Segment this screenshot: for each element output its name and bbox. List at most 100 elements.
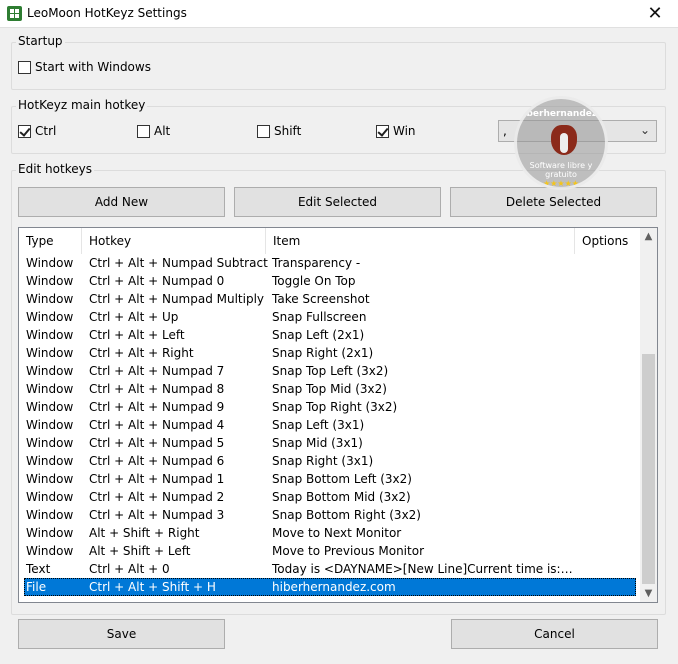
cell-item: Snap Right (2x1) (272, 346, 374, 360)
cell-hotkey: Ctrl + Alt + Numpad 1 (89, 472, 225, 486)
hotkeys-list[interactable]: Type Hotkey Item Options Window Ctrl + Al… (18, 227, 658, 603)
cell-options (575, 272, 636, 290)
edit-selected-button[interactable]: Edit Selected (234, 187, 441, 217)
watermark-stars: ★★★★★ (543, 179, 579, 188)
edit-hotkeys-group-label: Edit hotkeys (16, 162, 94, 176)
cell-hotkey: Ctrl + Alt + Numpad 5 (89, 436, 225, 450)
chevron-down-icon[interactable]: ⌄ (640, 123, 650, 137)
cell-type: Window (26, 400, 74, 414)
shift-label: Shift (274, 124, 302, 138)
cancel-button[interactable]: Cancel (451, 619, 658, 649)
cell-type: Window (26, 544, 74, 558)
cell-type: Window (26, 310, 74, 324)
table-row[interactable]: Text Ctrl + Alt + 0 Today is <DAYNAME>[New… (24, 560, 636, 578)
scroll-down-icon[interactable]: ▼ (640, 585, 657, 602)
column-header-type[interactable]: Type (19, 228, 82, 254)
column-header-options[interactable]: Options (575, 228, 636, 254)
ctrl-label: Ctrl (35, 124, 57, 138)
scroll-thumb[interactable] (642, 354, 655, 584)
cell-type: File (26, 580, 47, 594)
table-row[interactable]: Window Ctrl + Alt + Right Snap Right (2x1) (24, 344, 636, 362)
cell-hotkey: Alt + Shift + Right (89, 526, 200, 540)
table-row[interactable]: Window Ctrl + Alt + Left Snap Left (2x1) (24, 326, 636, 344)
window-title: LeoMoon HotKeyz Settings (27, 6, 187, 20)
table-row[interactable]: Window Ctrl + Alt + Numpad 2 Snap Bottom M… (24, 488, 636, 506)
cell-options (575, 560, 636, 578)
cell-type: Window (26, 418, 74, 432)
cell-options (575, 578, 636, 596)
cell-options (575, 470, 636, 488)
ctrl-checkbox[interactable]: Ctrl (18, 123, 56, 139)
table-row[interactable]: Window Ctrl + Alt + Numpad Multiply Take S… (24, 290, 636, 308)
table-row[interactable]: Window Ctrl + Alt + Numpad 4 Snap Left (3x… (24, 416, 636, 434)
cell-hotkey: Ctrl + Alt + Numpad Multiply (89, 292, 265, 306)
alt-label: Alt (154, 124, 171, 138)
vertical-scrollbar[interactable]: ▲ ▼ (640, 228, 657, 602)
cell-item: Take Screenshot (272, 292, 370, 306)
cell-type: Window (26, 364, 74, 378)
table-row[interactable]: Window Ctrl + Alt + Up Snap Fullscreen (24, 308, 636, 326)
scroll-up-icon[interactable]: ▲ (640, 228, 657, 245)
cell-options (575, 362, 636, 380)
cell-hotkey: Ctrl + Alt + Up (89, 310, 179, 324)
checkbox-box[interactable] (18, 60, 31, 74)
table-row[interactable]: Window Ctrl + Alt + Numpad 5 Snap Mid (3x1… (24, 434, 636, 452)
start-with-windows-label: Start with Windows (35, 60, 151, 74)
table-row[interactable]: Window Alt + Shift + Right Move to Next Mo… (24, 524, 636, 542)
hotkey-key-value: , (503, 124, 507, 138)
win-label: Win (393, 124, 416, 138)
column-header-hotkey[interactable]: Hotkey (82, 228, 266, 254)
cell-options (575, 344, 636, 362)
cell-type: Text (26, 562, 51, 576)
cell-item: Transparency - (272, 256, 361, 270)
column-header-item[interactable]: Item (266, 228, 575, 254)
cell-options (575, 506, 636, 524)
delete-selected-button[interactable]: Delete Selected (450, 187, 657, 217)
checkbox-box[interactable] (257, 124, 270, 138)
watermark-tagline-text: Software libre y gratuito (529, 161, 593, 179)
cell-item: Toggle On Top (272, 274, 356, 288)
table-row[interactable]: Window Ctrl + Alt + Numpad 0 Toggle On Top (24, 272, 636, 290)
table-row[interactable]: Window Ctrl + Alt + Numpad 8 Snap Top Mid … (24, 380, 636, 398)
checkbox-box[interactable] (376, 124, 389, 138)
table-row[interactable]: Window Ctrl + Alt + Numpad Subtract Transp… (24, 254, 636, 272)
table-row[interactable]: Window Alt + Shift + Left Move to Previous… (24, 542, 636, 560)
cell-hotkey: Ctrl + Alt + Right (89, 346, 194, 360)
cell-item: Snap Right (3x1) (272, 454, 374, 468)
cell-hotkey: Ctrl + Alt + Shift + H (89, 580, 216, 594)
watermark-site: hiberhernandez.com (517, 109, 606, 119)
table-row[interactable]: Window Ctrl + Alt + Numpad 9 Snap Top Righ… (24, 398, 636, 416)
alt-checkbox[interactable]: Alt (137, 123, 170, 139)
table-row[interactable]: Window Ctrl + Alt + Numpad 6 Snap Right (3… (24, 452, 636, 470)
cell-options (575, 254, 636, 272)
list-rows: Window Ctrl + Alt + Numpad Subtract Transp… (24, 254, 636, 596)
cell-options (575, 524, 636, 542)
cell-item: Snap Mid (3x1) (272, 436, 363, 450)
cell-item: Snap Left (2x1) (272, 328, 365, 342)
add-new-button[interactable]: Add New (18, 187, 225, 217)
cell-hotkey: Ctrl + Alt + Numpad 6 (89, 454, 225, 468)
cell-item: hiberhernandez.com (272, 580, 396, 594)
main-hotkey-group-label: HotKeyz main hotkey (16, 98, 148, 112)
save-button[interactable]: Save (18, 619, 225, 649)
title-bar: LeoMoon HotKeyz Settings ✕ (0, 0, 678, 28)
checkbox-box[interactable] (137, 124, 150, 138)
cell-item: Today is <DAYNAME>[New Line]Current time… (272, 562, 575, 576)
table-row[interactable]: File Ctrl + Alt + Shift + H hiberhernandez… (24, 578, 636, 596)
table-row[interactable]: Window Ctrl + Alt + Numpad 3 Snap Bottom R… (24, 506, 636, 524)
cell-hotkey: Ctrl + Alt + Numpad 8 (89, 382, 225, 396)
cell-hotkey: Ctrl + Alt + Numpad 3 (89, 508, 225, 522)
checkbox-box[interactable] (18, 124, 31, 138)
cell-item: Snap Top Mid (3x2) (272, 382, 387, 396)
win-checkbox[interactable]: Win (376, 123, 416, 139)
startup-group-label: Startup (16, 34, 65, 48)
cell-hotkey: Ctrl + Alt + 0 (89, 562, 170, 576)
table-row[interactable]: Window Ctrl + Alt + Numpad 1 Snap Bottom L… (24, 470, 636, 488)
table-row[interactable]: Window Ctrl + Alt + Numpad 7 Snap Top Left… (24, 362, 636, 380)
cell-item: Snap Top Right (3x2) (272, 400, 398, 414)
close-icon[interactable]: ✕ (632, 0, 678, 28)
cell-options (575, 380, 636, 398)
cell-options (575, 398, 636, 416)
start-with-windows-checkbox[interactable]: Start with Windows (18, 59, 151, 75)
shift-checkbox[interactable]: Shift (257, 123, 301, 139)
